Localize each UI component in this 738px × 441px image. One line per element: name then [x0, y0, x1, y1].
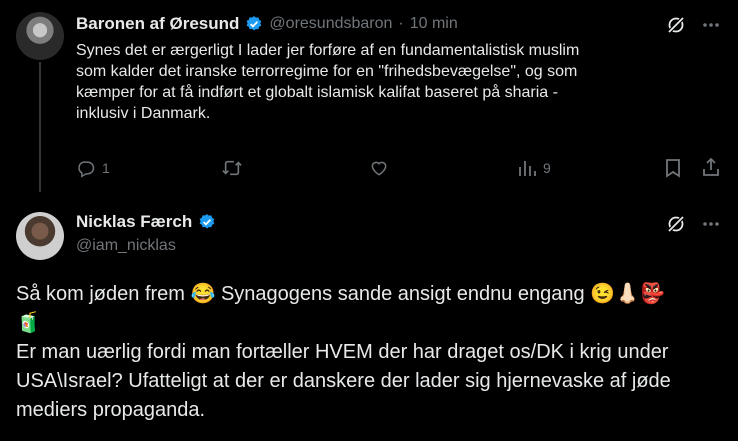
display-name[interactable]: Baronen af Øresund [76, 14, 239, 34]
separator: · [398, 15, 404, 32]
like-button[interactable] [369, 158, 389, 178]
verified-badge-icon [245, 15, 263, 33]
more-icon[interactable] [701, 15, 721, 35]
tweet2-text-line: 🧃 [16, 312, 41, 334]
timestamp[interactable]: 10 min [410, 15, 458, 33]
tweet2-text-line: Så kom jøden frem 😂 Synagogens sande ans… [16, 283, 665, 305]
retweet-icon [221, 158, 243, 178]
views-icon [517, 158, 537, 178]
tweet1-text-line: Synes det er ærgerligt I lader jer forfø… [76, 42, 580, 59]
views-button[interactable]: 9 [517, 158, 551, 178]
tweet2-text-line: Er man uærlig fordi man fortæller HVEM d… [16, 341, 669, 363]
like-icon [369, 158, 389, 178]
tweet2-text: Så kom jøden frem 😂 Synagogens sande ans… [16, 280, 732, 425]
thread-line [39, 62, 41, 192]
tweet1-text-line: som kalder det iranske terrorregime for … [76, 63, 578, 80]
reply-count: 1 [102, 160, 110, 176]
display-name[interactable]: Nicklas Færch [76, 212, 192, 232]
avatar[interactable] [16, 212, 64, 260]
reply-button[interactable]: 1 [76, 158, 110, 178]
tweet1-text: Synes det er ærgerligt I lader jer forfø… [76, 40, 716, 124]
grok-icon[interactable] [666, 214, 686, 234]
tweet1-text-line: kæmper for at få indført et globalt isla… [76, 84, 558, 101]
tweet1-text-line: inklusiv i Danmark. [76, 105, 211, 122]
bookmark-icon[interactable] [664, 158, 682, 178]
tweet2-text-line: mediers propaganda. [16, 399, 206, 421]
avatar[interactable] [16, 12, 64, 60]
tweet1-header: Baronen af Øresund @oresundsbaron · 10 m… [76, 14, 458, 34]
retweet-button[interactable] [221, 158, 243, 178]
handle[interactable]: @iam_nicklas [76, 237, 176, 255]
tweet2-header: Nicklas Færch [76, 212, 216, 232]
grok-icon[interactable] [666, 15, 686, 35]
views-count: 9 [543, 160, 551, 176]
tweet2-text-line: USA\Israel? Ufatteligt at der er dansker… [16, 370, 671, 392]
more-icon[interactable] [701, 214, 721, 234]
share-icon[interactable] [701, 157, 721, 177]
handle[interactable]: @oresundsbaron [269, 15, 392, 33]
verified-badge-icon [198, 213, 216, 231]
reply-icon [76, 158, 96, 178]
